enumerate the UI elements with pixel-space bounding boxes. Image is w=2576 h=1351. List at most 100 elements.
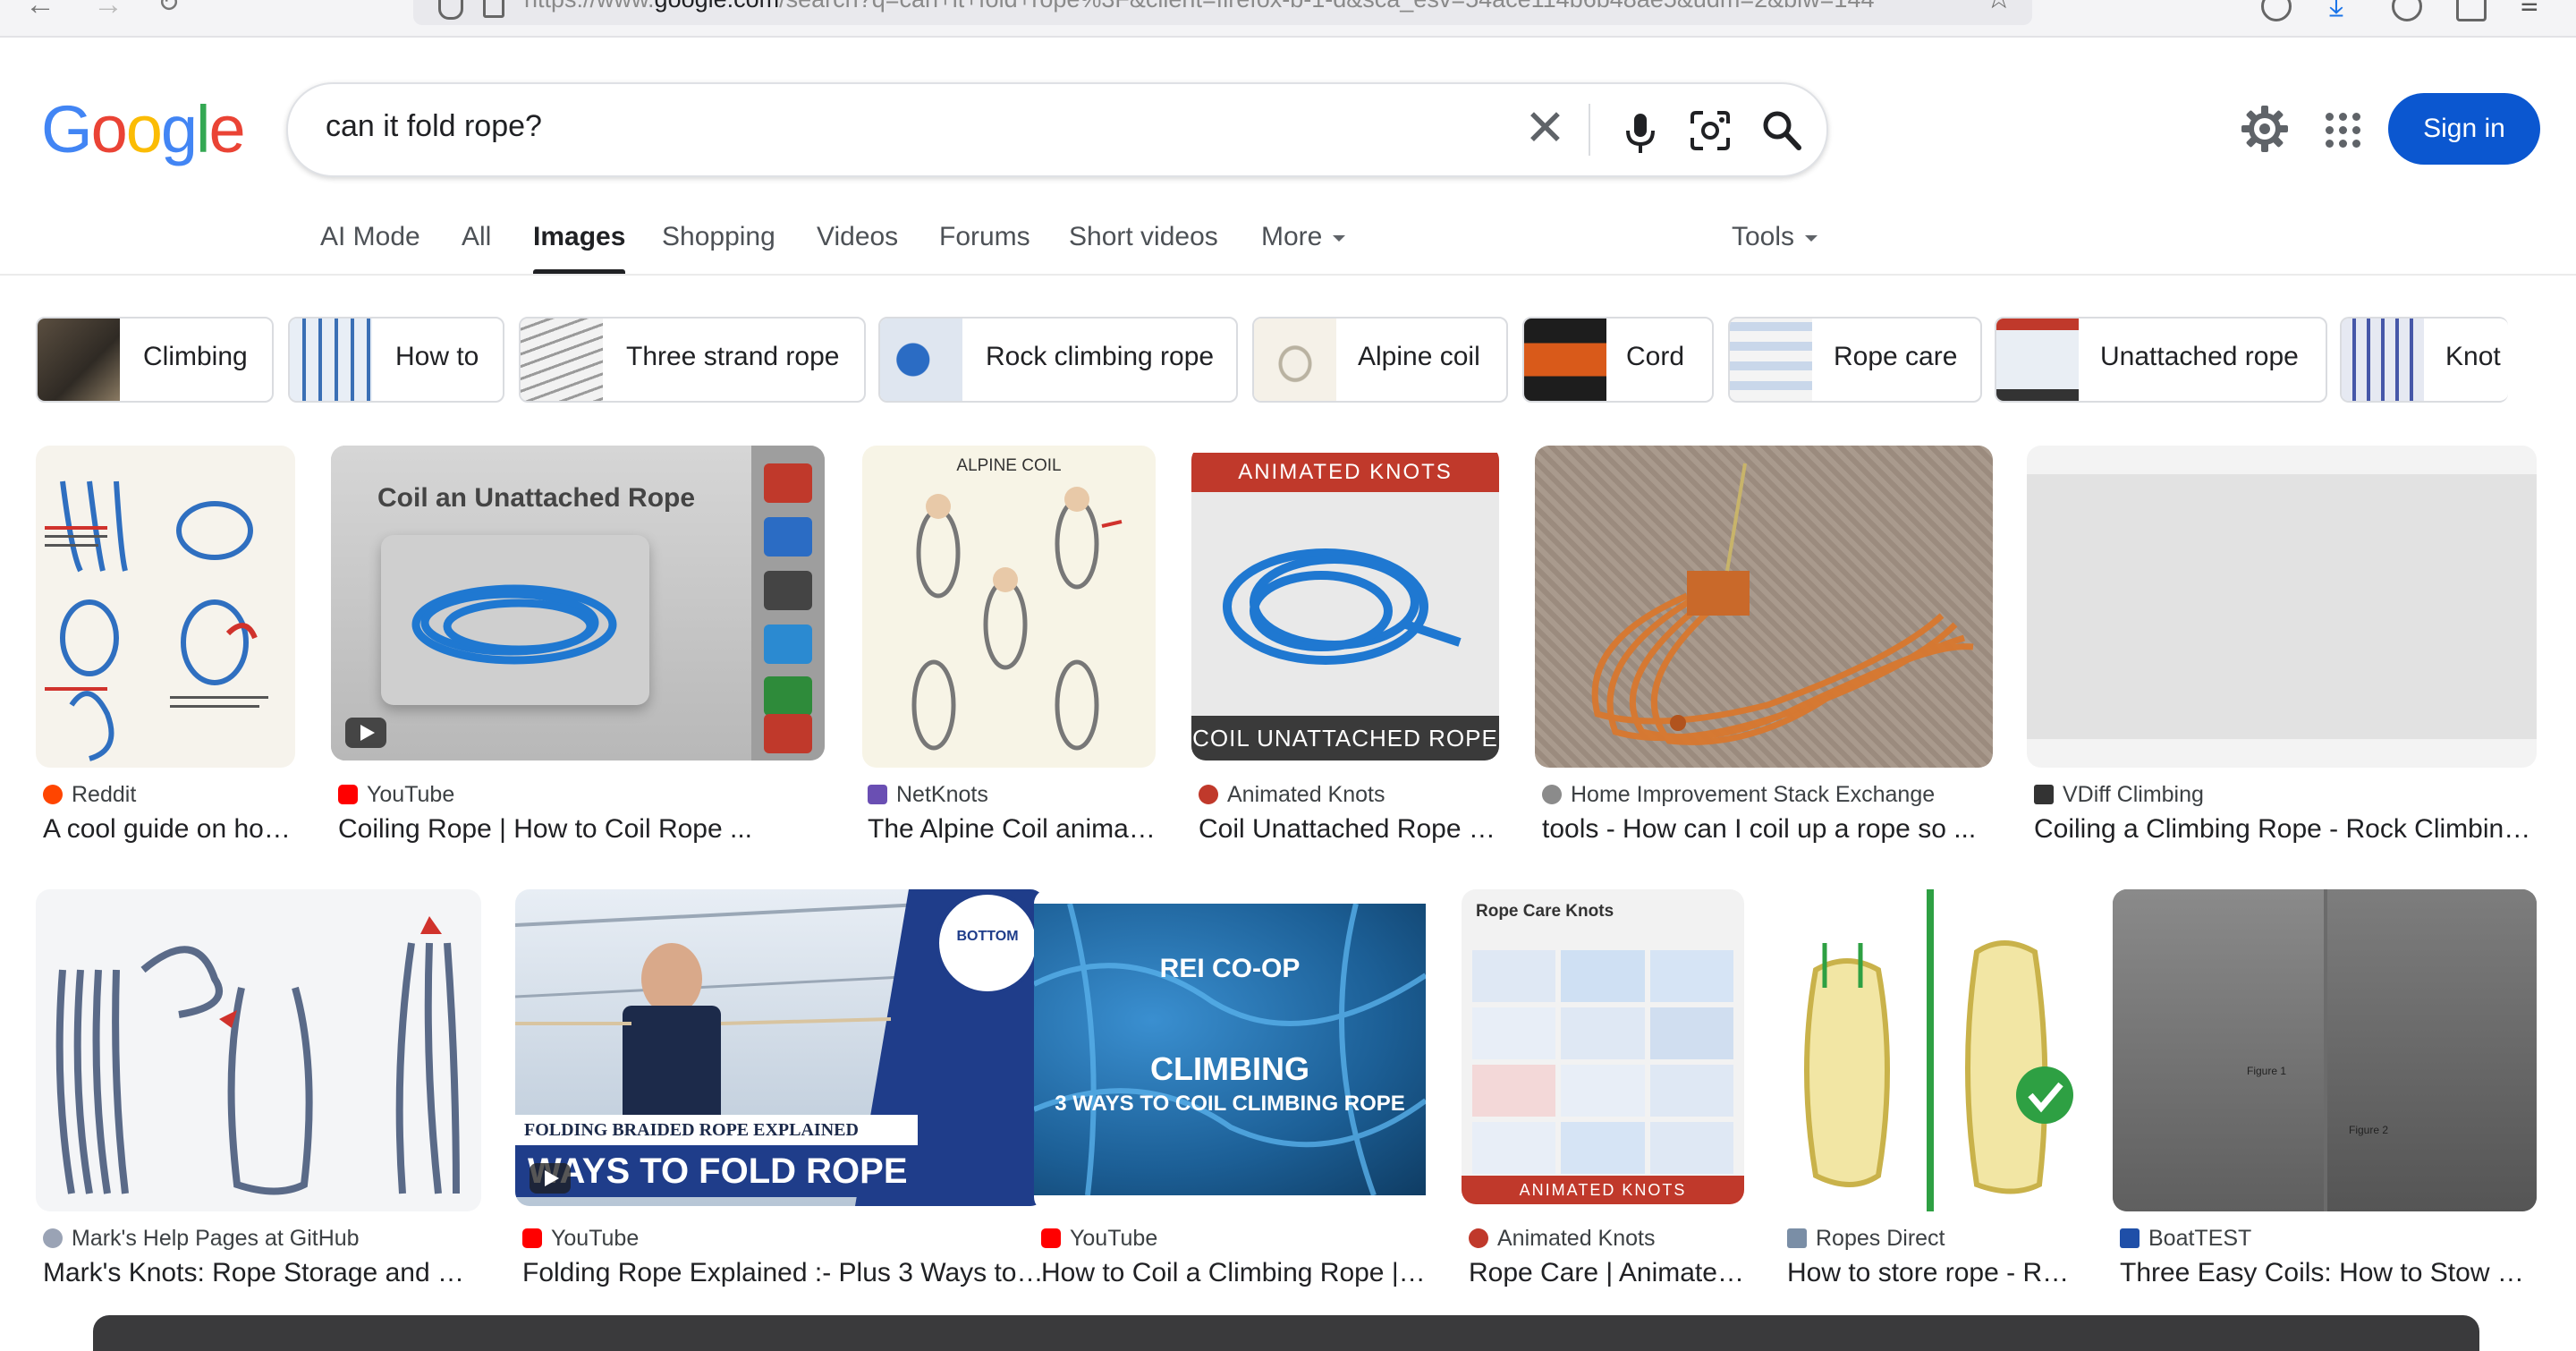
microphone-icon[interactable]: [1623, 111, 1658, 156]
tab-all[interactable]: All: [462, 222, 491, 252]
result-source[interactable]: Home Improvement Stack Exchange: [1542, 782, 1935, 808]
result-source[interactable]: YouTube: [338, 782, 454, 808]
result-source-label: YouTube: [1070, 1226, 1158, 1251]
address-bar-url[interactable]: https://www.google.com/search?q=can+it+f…: [524, 0, 1937, 13]
shield-icon[interactable]: [438, 0, 463, 20]
ropes-direct-icon: [1787, 1228, 1807, 1248]
tab-ai-mode[interactable]: AI Mode: [320, 222, 420, 252]
result-image[interactable]: ALPINE COIL: [862, 446, 1156, 768]
result-source[interactable]: YouTube: [522, 1226, 639, 1252]
tab-more[interactable]: More: [1261, 222, 1346, 252]
forward-icon[interactable]: →: [93, 0, 123, 22]
tab-images[interactable]: Images: [533, 222, 626, 274]
result-source[interactable]: Animated Knots: [1469, 1226, 1656, 1252]
result-title[interactable]: Three Easy Coils: How to Stow Lines: [2120, 1258, 2537, 1288]
result-title[interactable]: How to store rope - Ropes Direct: [1787, 1258, 2077, 1288]
result-source[interactable]: Animated Knots: [1199, 782, 1385, 808]
result-image[interactable]: [2027, 446, 2537, 768]
result-title[interactable]: The Alpine Coil animated: [868, 814, 1156, 845]
result-image[interactable]: Coil an Unattached Rope: [331, 446, 825, 760]
vdiff-icon: [2034, 785, 2054, 804]
result-title[interactable]: Coiling a Climbing Rope - Rock Climbing …: [2034, 814, 2537, 845]
result-image[interactable]: [1535, 446, 1993, 768]
result-title[interactable]: How to Coil a Climbing Rope || REI: [1041, 1258, 1426, 1288]
result-title[interactable]: Coil Unattached Rope | Animated Knots: [1199, 814, 1499, 845]
boattest-icon: [2120, 1228, 2140, 1248]
back-icon[interactable]: ←: [25, 0, 55, 22]
play-icon: [530, 1163, 571, 1194]
chip-three-strand-rope[interactable]: Three strand rope: [519, 317, 866, 403]
blue-rope-coil: [411, 584, 617, 665]
extensions-puzzle-icon[interactable]: [2456, 0, 2487, 21]
animated-knots-icon: [1469, 1228, 1488, 1248]
camera-lens-icon[interactable]: [1689, 109, 1732, 152]
os-dock: [93, 1315, 2479, 1351]
chip-rope-care[interactable]: Rope care: [1728, 317, 1982, 403]
result-image[interactable]: ANIMATED KNOTS COIL UNATTACHED ROPE: [1191, 446, 1499, 760]
result-source[interactable]: BoatTEST: [2120, 1226, 2251, 1252]
bookmark-star-icon[interactable]: ☆: [1986, 0, 2012, 16]
result-title[interactable]: A cool guide on how to coil a rope: [43, 814, 295, 845]
result-title[interactable]: Mark's Knots: Rope Storage and Coiling: [43, 1258, 481, 1288]
account-icon[interactable]: [2392, 0, 2422, 21]
stackexchange-icon: [1542, 785, 1562, 804]
chip-thumbnail: [880, 319, 962, 401]
result-image[interactable]: BOTTOM FOLDING BRAIDED ROPE EXPLAINED WA…: [515, 889, 1045, 1206]
result-title[interactable]: Folding Rope Explained :- Plus 3 Ways to…: [522, 1258, 1045, 1288]
image-caption: ALPINE COIL: [956, 456, 1062, 475]
image-caption: CLIMBING: [1150, 1050, 1309, 1087]
tab-shopping[interactable]: Shopping: [662, 222, 775, 252]
result-image[interactable]: REI CO-OP CLIMBING 3 WAYS TO COIL CLIMBI…: [1034, 889, 1426, 1211]
chip-label: Unattached rope: [2100, 342, 2299, 371]
tab-videos[interactable]: Videos: [817, 222, 898, 252]
result-image[interactable]: Figure 1 Figure 2: [2113, 889, 2537, 1211]
tab-forums[interactable]: Forums: [939, 222, 1030, 252]
chip-cord[interactable]: Cord: [1522, 317, 1714, 403]
search-input[interactable]: can it fold rope?: [326, 109, 542, 144]
result-source[interactable]: Ropes Direct: [1787, 1226, 1945, 1252]
chip-label: How to: [395, 342, 479, 371]
reload-icon[interactable]: ↻: [157, 0, 180, 19]
extension-icon[interactable]: [2261, 0, 2292, 21]
chip-climbing[interactable]: Climbing: [36, 317, 274, 403]
result-title[interactable]: Rope Care | Animated Knots: [1469, 1258, 1744, 1288]
lock-icon[interactable]: [483, 0, 504, 18]
chip-how-to[interactable]: How to: [288, 317, 504, 403]
result-image[interactable]: [36, 446, 295, 768]
result-image[interactable]: Rope Care Knots ANIMATED KNOTS: [1462, 889, 1744, 1204]
google-logo[interactable]: Google: [41, 91, 246, 167]
rope-pile-art: [1034, 904, 1426, 1195]
sign-in-button[interactable]: Sign in: [2388, 93, 2540, 165]
clear-icon[interactable]: ✕: [1524, 97, 1566, 159]
result-source[interactable]: Reddit: [43, 782, 136, 808]
google-apps-icon[interactable]: [2326, 113, 2361, 149]
tools-button[interactable]: Tools: [1732, 222, 1818, 252]
youtube-icon: [338, 785, 358, 804]
image-caption-large: WAYS TO FOLD ROPE: [515, 1145, 939, 1197]
chip-alpine-coil[interactable]: Alpine coil: [1252, 317, 1508, 403]
search-box[interactable]: can it fold rope? ✕: [286, 82, 1828, 177]
result-source-label: BoatTEST: [2148, 1226, 2252, 1251]
settings-gear-icon[interactable]: [2240, 104, 2290, 154]
result-source[interactable]: Mark's Help Pages at GitHub: [43, 1226, 360, 1252]
result-title[interactable]: Coiling Rope | How to Coil Rope ...: [338, 814, 821, 845]
play-icon: [345, 718, 386, 748]
chip-thumbnail: [1254, 319, 1336, 401]
download-icon[interactable]: ⤓: [2329, 0, 2343, 24]
address-bar[interactable]: https://www.google.com/search?q=can+it+f…: [413, 0, 2032, 25]
chip-rock-climbing-rope[interactable]: Rock climbing rope: [878, 317, 1238, 403]
result-image[interactable]: [1780, 889, 2077, 1211]
chip-thumbnail: [1996, 319, 2079, 401]
search-icon[interactable]: [1759, 107, 1802, 152]
chip-knot[interactable]: Knot: [2340, 317, 2508, 403]
result-image[interactable]: [36, 889, 481, 1211]
image-caption-sub: 3 WAYS TO COIL CLIMBING ROPE: [1055, 1092, 1405, 1116]
result-source[interactable]: NetKnots: [868, 782, 988, 808]
result-source[interactable]: VDiff Climbing: [2034, 782, 2204, 808]
tab-short-videos[interactable]: Short videos: [1069, 222, 1218, 252]
netknots-icon: [868, 785, 887, 804]
menu-icon[interactable]: ≡: [2521, 0, 2538, 22]
result-title[interactable]: tools - How can I coil up a rope so ...: [1542, 814, 1993, 845]
chip-unattached-rope[interactable]: Unattached rope: [1995, 317, 2327, 403]
result-source[interactable]: YouTube: [1041, 1226, 1157, 1252]
